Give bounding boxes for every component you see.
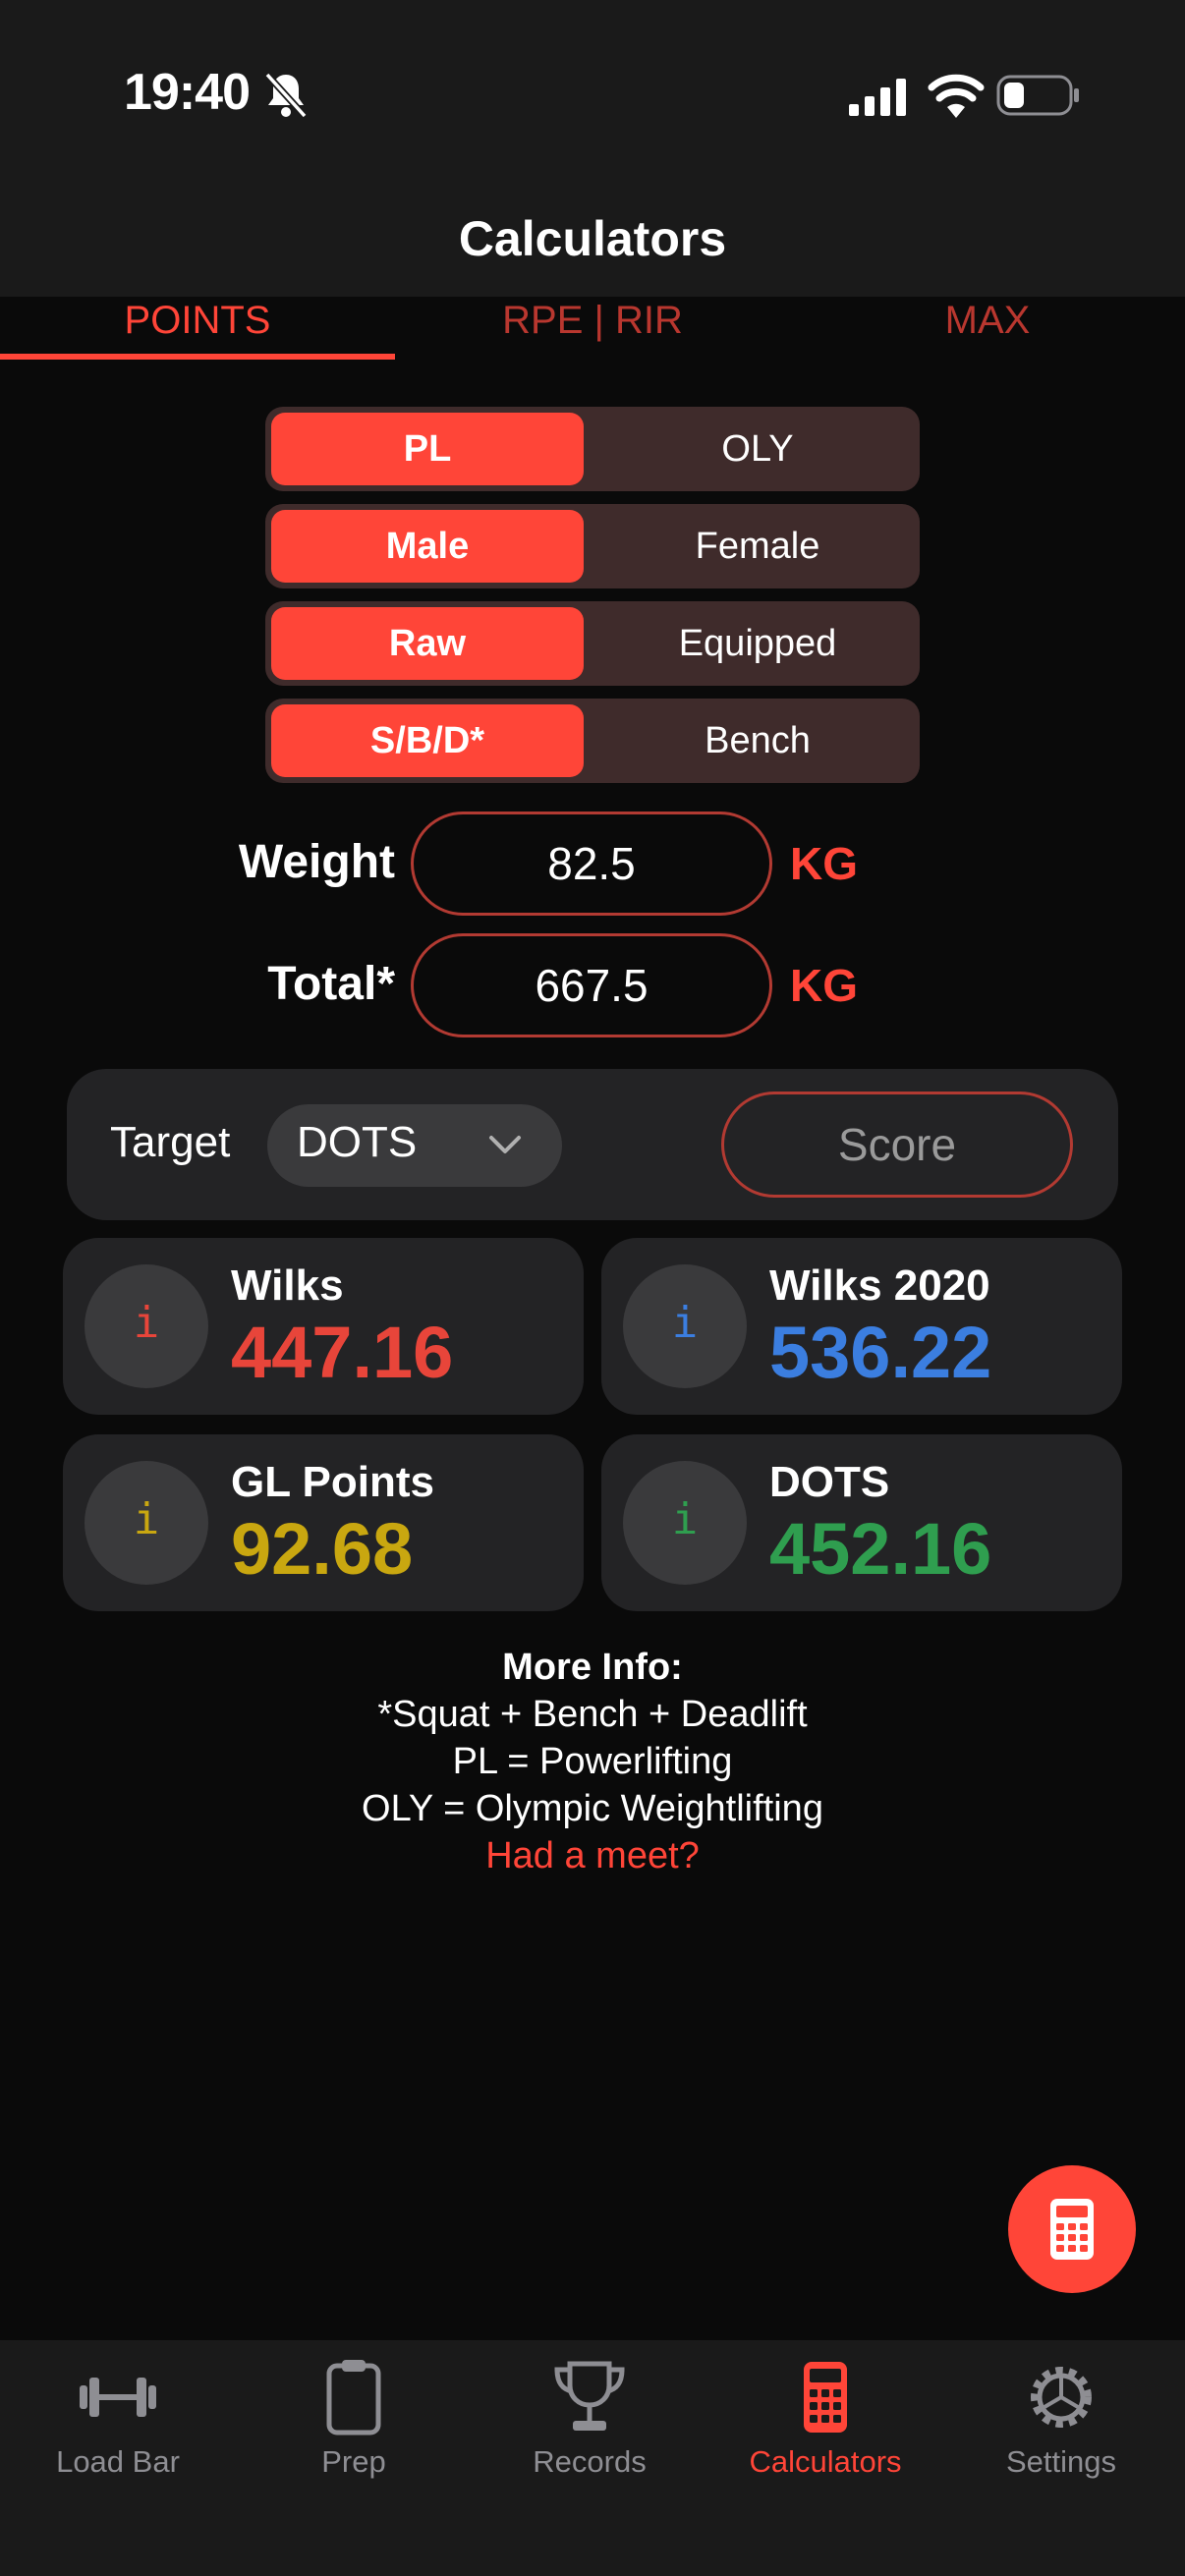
more-info-heading: More Info: bbox=[502, 1647, 683, 1688]
clipboard-icon bbox=[326, 2360, 381, 2436]
gl-points-name: GL Points bbox=[231, 1458, 434, 1506]
segment-raw[interactable]: Raw bbox=[271, 607, 584, 680]
segment-oly[interactable]: OLY bbox=[601, 413, 914, 485]
total-label: Total* bbox=[267, 958, 395, 1010]
gl-points-info-icon[interactable]: i bbox=[85, 1461, 208, 1585]
active-tab-indicator bbox=[0, 354, 395, 360]
calculator-icon bbox=[804, 2362, 847, 2433]
segment-bench[interactable]: Bench bbox=[601, 704, 914, 777]
nav-label: Settings bbox=[1005, 2444, 1116, 2479]
segment-female[interactable]: Female bbox=[601, 510, 914, 583]
nav-calculators[interactable]: Calculators bbox=[707, 2358, 943, 2480]
sport-segmented-control: PL OLY bbox=[265, 407, 920, 491]
segment-pl[interactable]: PL bbox=[271, 413, 584, 485]
dots-name: DOTS bbox=[769, 1458, 890, 1506]
segment-sbd[interactable]: S/B/D* bbox=[271, 704, 584, 777]
status-time: 19:40 bbox=[124, 64, 251, 121]
segment-equipped[interactable]: Equipped bbox=[601, 607, 914, 680]
more-info-line: PL = Powerlifting bbox=[452, 1741, 733, 1782]
total-unit: KG bbox=[790, 960, 858, 1011]
nav-records[interactable]: Records bbox=[472, 2358, 707, 2480]
nav-label: Prep bbox=[321, 2444, 386, 2479]
wifi-icon bbox=[928, 74, 985, 118]
target-select-value: DOTS bbox=[297, 1118, 418, 1166]
wilks-2020-name: Wilks 2020 bbox=[769, 1261, 990, 1310]
total-input[interactable]: 667.5 bbox=[411, 933, 772, 1037]
tab-max[interactable]: MAX bbox=[790, 297, 1185, 360]
bell-muted-icon bbox=[264, 72, 308, 119]
wilks-2020-info-icon[interactable]: i bbox=[623, 1264, 747, 1388]
weight-label: Weight bbox=[238, 836, 395, 888]
wilks-name: Wilks bbox=[231, 1261, 344, 1310]
nav-label: Records bbox=[533, 2444, 647, 2479]
calculator-fab-button[interactable] bbox=[1008, 2165, 1136, 2293]
nav-settings[interactable]: Settings bbox=[943, 2358, 1179, 2480]
wilks-value: 447.16 bbox=[231, 1312, 454, 1393]
battery-icon bbox=[996, 75, 1079, 116]
gl-points-value: 92.68 bbox=[231, 1508, 414, 1590]
tab-points[interactable]: POINTS bbox=[0, 297, 395, 360]
dots-info-icon[interactable]: i bbox=[623, 1461, 747, 1585]
trophy-icon bbox=[554, 2361, 625, 2431]
barbell-icon bbox=[80, 2378, 156, 2417]
more-info-line: OLY = Olympic Weightlifting bbox=[362, 1788, 823, 1829]
wilks-info-icon[interactable]: i bbox=[85, 1264, 208, 1388]
sex-segmented-control: Male Female bbox=[265, 504, 920, 588]
nav-label: Load Bar bbox=[56, 2444, 180, 2479]
nav-load-bar[interactable]: Load Bar bbox=[0, 2358, 236, 2480]
dots-value: 452.16 bbox=[769, 1508, 992, 1590]
segment-male[interactable]: Male bbox=[271, 510, 584, 583]
chevron-down-icon bbox=[489, 1136, 521, 1153]
nav-label: Calculators bbox=[749, 2444, 902, 2479]
gear-icon bbox=[1031, 2367, 1092, 2428]
weight-input[interactable]: 82.5 bbox=[411, 812, 772, 916]
score-button[interactable]: Score bbox=[721, 1092, 1073, 1198]
weight-unit: KG bbox=[790, 838, 858, 889]
calculator-icon bbox=[1050, 2199, 1094, 2260]
lift-segmented-control: S/B/D* Bench bbox=[265, 699, 920, 783]
signal-icon bbox=[849, 79, 906, 116]
had-a-meet-link[interactable]: Had a meet? bbox=[0, 1835, 1185, 1877]
wilks-2020-value: 536.22 bbox=[769, 1312, 992, 1393]
nav-prep[interactable]: Prep bbox=[236, 2358, 472, 2480]
equipment-segmented-control: Raw Equipped bbox=[265, 601, 920, 686]
page-title: Calculators bbox=[458, 211, 727, 266]
target-label: Target bbox=[110, 1118, 231, 1166]
tab-rpe-rir[interactable]: RPE | RIR bbox=[395, 297, 790, 360]
more-info-line: *Squat + Bench + Deadlift bbox=[377, 1694, 808, 1735]
